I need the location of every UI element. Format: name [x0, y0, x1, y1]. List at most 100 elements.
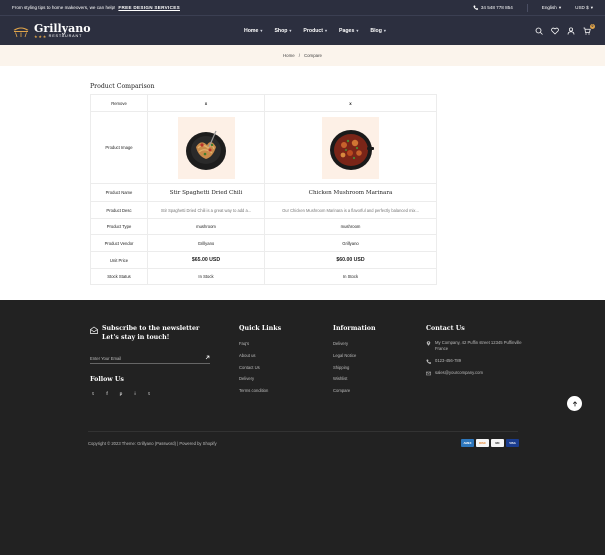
- chevron-down-icon: ▾: [356, 28, 359, 33]
- newsletter-title: Subscribe to the newsletter Let's stay i…: [102, 325, 200, 341]
- spaghetti-dish-image: [186, 130, 226, 170]
- visa-card-icon: VISA: [506, 439, 519, 447]
- footer-divider: [88, 431, 518, 432]
- stars-icon: ★★★: [34, 33, 48, 39]
- footer-link-delivery[interactable]: Delivery: [239, 375, 281, 387]
- table-row: Product Vendor Grillyano Grillyano: [90, 234, 437, 252]
- promo-text: From styling tips to home makeovers, we …: [12, 5, 116, 10]
- heart-icon: [551, 27, 559, 35]
- breadcrumb-separator: /: [298, 53, 300, 58]
- language-value: English: [541, 5, 557, 10]
- contact-email[interactable]: sales@yourcompany.com: [426, 370, 526, 376]
- chevron-down-icon: ▾: [325, 28, 328, 33]
- remove-product-1-button[interactable]: x: [147, 94, 265, 112]
- phone-icon: [426, 359, 431, 364]
- facebook-icon[interactable]: f: [104, 392, 110, 397]
- table-row: Unit Price $65.00 USD $60.00 USD: [90, 251, 437, 269]
- product-1-name-link[interactable]: Stir Spaghetti Dried Chili: [170, 190, 243, 196]
- instagram-icon[interactable]: i: [132, 392, 138, 397]
- free-design-services-link[interactable]: FREE DESIGN SERVICES: [118, 5, 180, 10]
- footer-link-legal-notice[interactable]: Legal Notice: [333, 352, 376, 364]
- address-text: My Company, 42 Puffin street 12345 Puffi…: [435, 340, 522, 352]
- table-row: Product Type mushroom mushroom: [90, 218, 437, 235]
- top-bar-right: 34 548 778 854 English ▾ USD $ ▾: [473, 3, 593, 12]
- pinterest-icon[interactable]: p: [118, 392, 124, 397]
- table-row: Remove x x: [90, 94, 437, 112]
- footer-link-delivery[interactable]: Delivery: [333, 340, 376, 352]
- nav-label: Product: [303, 27, 324, 34]
- subscribe-button[interactable]: [205, 355, 210, 362]
- footer-link-compare[interactable]: Compare: [333, 387, 376, 399]
- nav-label: Blog: [370, 27, 382, 34]
- breadcrumb-home[interactable]: Home: [283, 53, 295, 58]
- breadcrumb-current: Compare: [303, 53, 322, 58]
- contact-address: My Company, 42 Puffin street 12345 Puffi…: [426, 340, 526, 352]
- product-1-desc: Stir Spaghetti Dried Chili is a great wa…: [160, 207, 252, 213]
- page-title: Product Comparison: [90, 83, 155, 90]
- footer-link-faqs[interactable]: Faq's: [239, 340, 281, 352]
- newsletter-heading: Subscribe to the newsletter Let's stay i…: [90, 325, 218, 342]
- nav-item-home[interactable]: Home ▾: [244, 28, 262, 34]
- product-2-stock: In Stock: [264, 268, 437, 285]
- remove-product-2-button[interactable]: x: [264, 94, 437, 112]
- header-icons: 0: [535, 16, 595, 45]
- back-to-top-button[interactable]: [567, 396, 582, 411]
- mastercard-icon: MC: [491, 439, 504, 447]
- table-row: Product Name Stir Spaghetti Dried Chili …: [90, 183, 437, 202]
- main-content: Product Comparison Remove x x Product Im…: [0, 66, 605, 300]
- product-2-price: $60.00 USD: [336, 257, 365, 263]
- location-pin-icon: [426, 340, 431, 346]
- product-1-stock: In Stock: [147, 268, 265, 285]
- product-1-image[interactable]: [177, 116, 235, 179]
- wishlist-button[interactable]: [551, 27, 559, 35]
- information: Information Delivery Legal Notice Shippi…: [333, 325, 376, 399]
- table-row: Product Desc Stir Spaghetti Dried Chili …: [90, 201, 437, 219]
- product-2-name-link[interactable]: Chicken Mushroom Marinara: [309, 190, 393, 196]
- row-label: Stock Status: [90, 268, 148, 285]
- chevron-down-icon: ▾: [289, 28, 292, 33]
- amex-card-icon: AMEX: [461, 439, 474, 447]
- marinara-dish-image: [329, 129, 374, 170]
- footer-link-shipping[interactable]: Shipping: [333, 364, 376, 376]
- search-button[interactable]: [535, 27, 543, 35]
- contact-phone[interactable]: 0123-456-789: [426, 358, 526, 364]
- grill-logo-icon: [13, 27, 29, 37]
- logo[interactable]: Grillyano ★★★ RESTAURANT: [12, 23, 91, 39]
- footer-link-about[interactable]: About us: [239, 352, 281, 364]
- nav-item-shop[interactable]: Shop ▾: [274, 28, 291, 34]
- tumblr-icon[interactable]: t: [146, 392, 152, 397]
- language-select[interactable]: English ▾: [542, 5, 561, 11]
- quick-links: Quick Links Faq's About us Contact Us De…: [239, 325, 281, 399]
- cart-button[interactable]: 0: [583, 23, 595, 35]
- header: Grillyano ★★★ RESTAURANT Home ▾ Shop ▾ Prod…: [0, 16, 605, 45]
- product-2-type: mushroom: [264, 218, 437, 235]
- brand-name: Grillyano: [34, 21, 91, 35]
- account-button[interactable]: [567, 27, 575, 35]
- nav-label: Home: [244, 27, 259, 34]
- row-label: Product Desc: [90, 201, 148, 219]
- product-2-image[interactable]: [322, 116, 379, 179]
- contact-us: Contact Us My Company, 42 Puffin street …: [426, 325, 526, 382]
- nav-label: Shop: [274, 27, 288, 34]
- product-2-name-cell: Chicken Mushroom Marinara: [264, 183, 437, 202]
- nav-item-blog[interactable]: Blog ▾: [370, 28, 386, 34]
- email-input[interactable]: [90, 356, 190, 361]
- currency-value: USD $: [575, 5, 589, 10]
- twitter-icon[interactable]: t: [90, 392, 96, 397]
- email-text: sales@yourcompany.com: [435, 370, 483, 376]
- copyright: Copyright © 2023 Theme: Grillyano (Passw…: [88, 441, 217, 446]
- phone[interactable]: 34 548 778 854: [473, 5, 513, 10]
- nav-item-pages[interactable]: Pages ▾: [339, 28, 358, 34]
- footer-link-terms[interactable]: Terms condition: [239, 387, 281, 399]
- footer: Subscribe to the newsletter Let's stay i…: [0, 300, 605, 555]
- footer-link-contact[interactable]: Contact Us: [239, 364, 281, 376]
- user-icon: [567, 27, 575, 35]
- product-2-price-cell: $60.00 USD: [264, 251, 437, 269]
- nav-item-product[interactable]: Product ▾: [303, 28, 327, 34]
- row-label: Product Vendor: [90, 234, 148, 252]
- close-icon: x: [204, 100, 208, 106]
- footer-link-wishlist[interactable]: Wishlist: [333, 375, 376, 387]
- discover-card-icon: DISC: [476, 439, 489, 447]
- currency-select[interactable]: USD $ ▾: [575, 5, 593, 11]
- chevron-down-icon: ▾: [260, 28, 263, 33]
